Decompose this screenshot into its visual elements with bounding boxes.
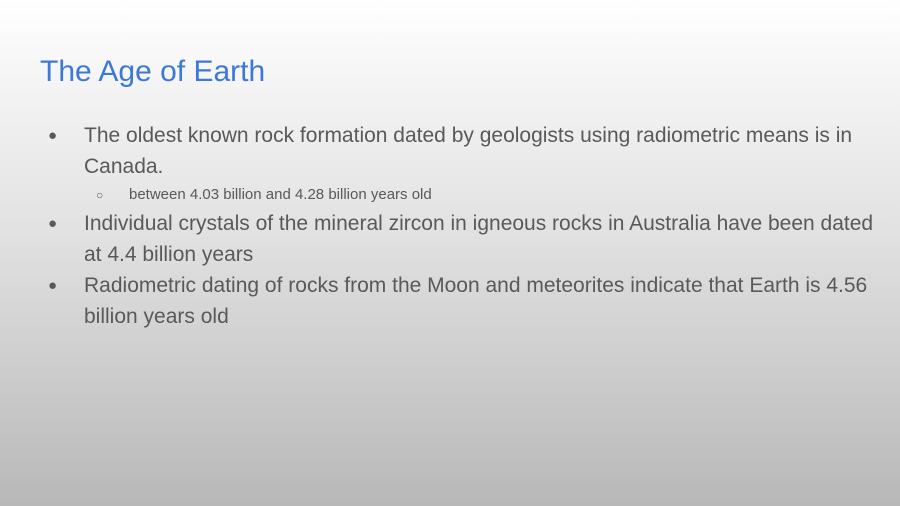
sub-bullet-item: ○ between 4.03 billion and 4.28 billion …	[96, 182, 878, 208]
bullet-text: Individual crystals of the mineral zirco…	[84, 212, 874, 266]
filled-circle-bullet-icon: ●	[48, 277, 58, 294]
bullet-text: Radiometric dating of rocks from the Moo…	[84, 274, 868, 328]
bullet-item: ● Individual crystals of the mineral zir…	[48, 208, 878, 270]
sub-bullet-text: between 4.03 billion and 4.28 billion ye…	[129, 186, 432, 203]
hollow-circle-bullet-icon: ○	[96, 188, 104, 202]
bullet-list: ● The oldest known rock formation dated …	[48, 120, 878, 332]
slide: The Age of Earth ● The oldest known rock…	[0, 0, 900, 506]
slide-title: The Age of Earth	[40, 55, 266, 88]
bullet-text: The oldest known rock formation dated by…	[84, 124, 853, 178]
bullet-item: ● Radiometric dating of rocks from the M…	[48, 270, 878, 332]
filled-circle-bullet-icon: ●	[48, 127, 58, 144]
filled-circle-bullet-icon: ●	[48, 215, 58, 232]
bullet-item: ● The oldest known rock formation dated …	[48, 120, 878, 182]
